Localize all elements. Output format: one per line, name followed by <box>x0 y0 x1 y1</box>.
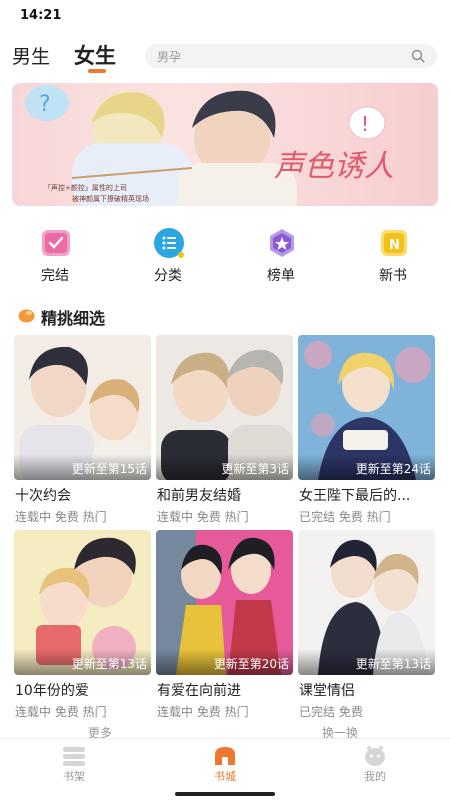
quick-nav-label: 新书 <box>379 268 407 284</box>
new-book-icon: N <box>381 230 407 256</box>
book-card[interactable]: 更新至第3话 和前男友结婚 连载中 免费 热门 <box>156 335 293 525</box>
banner-caption-line1: 「声控+颜控」属性的上司 <box>44 184 127 192</box>
finished-book-icon <box>42 230 70 256</box>
svg-text:N: N <box>389 238 400 253</box>
book-card[interactable]: 更新至第20话 有爱在向前进 连载中 免费 热门 <box>156 530 293 720</box>
book-cover: 更新至第13话 <box>14 530 151 675</box>
book-tags: 连载中 免费 热门 <box>15 705 107 719</box>
book-card[interactable]: 更新至第13话 课堂情侣 已完结 免费 <box>298 530 435 720</box>
nav-label: 书架 <box>63 770 85 783</box>
active-tab-indicator <box>88 69 106 73</box>
book-tags: 连载中 免费 热门 <box>157 705 249 719</box>
bottom-nav: 书架 书城 我的 <box>0 738 450 800</box>
nav-bookstore[interactable]: 书城 <box>185 739 265 795</box>
book-tags: 连载中 免费 热门 <box>15 510 107 524</box>
book-card[interactable]: 更新至第13话 10年份的爱 连载中 免费 热门 <box>14 530 151 720</box>
home-indicator <box>175 792 275 796</box>
book-title: 十次约会 <box>15 488 71 504</box>
book-card[interactable]: 更新至第24话 女王陛下最后的... 已完结 免费 热门 <box>298 335 435 525</box>
book-tags: 已完结 免费 热门 <box>299 510 391 524</box>
section-title: 精挑细选 <box>41 309 106 328</box>
quick-nav-label: 榜单 <box>267 268 295 284</box>
quick-nav-new[interactable]: N 新书 <box>353 224 433 288</box>
search-placeholder: 男孕 <box>157 50 182 64</box>
search-icon[interactable] <box>411 49 425 63</box>
book-tags: 已完结 免费 <box>299 705 363 719</box>
book-title: 和前男友结婚 <box>157 488 241 504</box>
quick-nav-category[interactable]: 分类 <box>128 224 208 288</box>
search-input[interactable]: 男孕 <box>145 44 437 68</box>
tab-female[interactable]: 女生 <box>74 40 116 70</box>
promo-banner[interactable]: ? ! 「声控+颜控」属性的上司 被神颜属下撩破精英现场 声色诱人 <box>12 83 438 206</box>
tab-male[interactable]: 男生 <box>12 42 50 69</box>
quick-nav-label: 分类 <box>154 268 182 284</box>
update-badge: 更新至第24话 <box>355 462 431 476</box>
profile-icon <box>365 746 385 766</box>
svg-text:!: ! <box>361 112 369 136</box>
book-cover: 更新至第15话 <box>14 335 151 480</box>
quick-nav: 完结 分类 榜单 N 新书 <box>0 224 450 288</box>
nav-bookshelf[interactable]: 书架 <box>34 739 114 795</box>
book-cover: 更新至第3话 <box>156 335 293 480</box>
banner-title: 声色诱人 <box>274 149 394 184</box>
book-title: 课堂情侣 <box>299 683 355 699</box>
ranking-badge-icon <box>270 229 294 257</box>
top-nav: 男生 女生 男孕 <box>0 38 450 78</box>
quick-nav-ranking[interactable]: 榜单 <box>241 224 321 288</box>
book-card[interactable]: 更新至第15话 十次约会 连载中 免费 热门 <box>14 335 151 525</box>
svg-text:?: ? <box>39 92 51 117</box>
category-list-icon <box>154 228 184 258</box>
featured-leaf-icon <box>18 309 35 323</box>
book-title: 有爱在向前进 <box>157 683 241 699</box>
update-badge: 更新至第3话 <box>221 462 289 476</box>
book-title: 女王陛下最后的... <box>299 488 411 504</box>
update-badge: 更新至第13话 <box>355 657 431 671</box>
status-bar: 14:21 <box>0 0 450 34</box>
nav-label: 书城 <box>214 770 236 783</box>
quick-nav-finished[interactable]: 完结 <box>15 224 95 288</box>
book-cover: 更新至第13话 <box>298 530 435 675</box>
nav-profile[interactable]: 我的 <box>335 739 415 795</box>
quick-nav-label: 完结 <box>41 268 69 284</box>
book-tags: 连载中 免费 热门 <box>157 510 249 524</box>
nav-label: 我的 <box>364 770 386 783</box>
status-time: 14:21 <box>20 8 62 23</box>
banner-caption-line2: 被神颜属下撩破精英现场 <box>72 195 149 203</box>
book-cover: 更新至第20话 <box>156 530 293 675</box>
update-badge: 更新至第15话 <box>71 462 147 476</box>
bookstore-icon <box>215 747 235 765</box>
bookshelf-icon <box>63 747 85 766</box>
update-badge: 更新至第13话 <box>71 657 147 671</box>
book-title: 10年份的爱 <box>15 683 89 699</box>
book-cover: 更新至第24话 <box>298 335 435 480</box>
update-badge: 更新至第20话 <box>213 657 289 671</box>
